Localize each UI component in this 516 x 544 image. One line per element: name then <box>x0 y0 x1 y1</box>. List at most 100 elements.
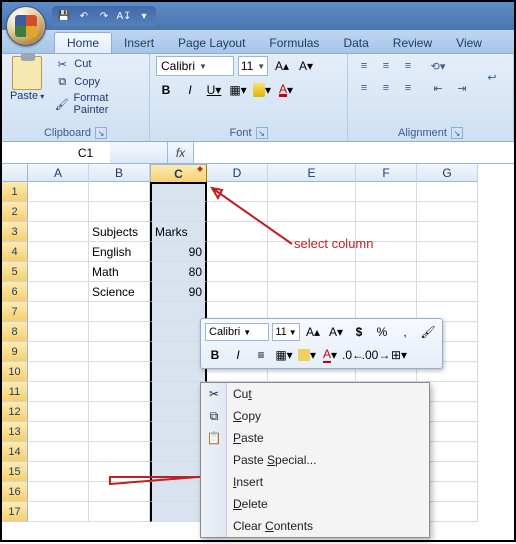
cell-C17[interactable] <box>150 502 207 522</box>
name-box[interactable]: ▼ <box>2 142 110 163</box>
qat-undo-icon[interactable]: ↶ <box>76 8 92 24</box>
cell-A4[interactable] <box>28 242 89 262</box>
italic-button[interactable]: I <box>180 80 200 100</box>
cell-A6[interactable] <box>28 282 89 302</box>
ctx-paste-special[interactable]: Paste Special... <box>201 449 429 471</box>
fx-icon[interactable]: fx <box>168 142 194 163</box>
orientation-button[interactable]: ⟲▾ <box>428 56 448 76</box>
row-head-16[interactable]: 16 <box>2 482 28 502</box>
font-color-button[interactable]: A▾ <box>276 80 296 100</box>
cell-B5[interactable]: Math <box>89 262 150 282</box>
mini-percent[interactable]: % <box>372 322 392 342</box>
bold-button[interactable]: B <box>156 80 176 100</box>
tab-insert[interactable]: Insert <box>112 33 166 53</box>
font-name-select[interactable]: Calibri▼ <box>156 56 234 76</box>
col-head-G[interactable]: G <box>417 164 478 182</box>
cell-B17[interactable] <box>89 502 150 522</box>
cell-F5[interactable] <box>356 262 417 282</box>
cell-C16[interactable] <box>150 482 207 502</box>
mini-comma[interactable]: , <box>395 322 415 342</box>
cell-A3[interactable] <box>28 222 89 242</box>
office-button[interactable] <box>6 6 46 46</box>
align-middle-button[interactable]: ≡ <box>376 56 396 76</box>
ctx-insert[interactable]: Insert <box>201 471 429 493</box>
cell-G1[interactable] <box>417 182 478 202</box>
format-painter-button[interactable]: 🖌Format Painter <box>54 92 143 116</box>
row-head-15[interactable]: 15 <box>2 462 28 482</box>
clipboard-dialog-launcher[interactable]: ↘ <box>95 127 107 139</box>
cell-F6[interactable] <box>356 282 417 302</box>
mini-font-color[interactable]: A▾ <box>320 345 340 365</box>
ctx-cut[interactable]: ✂Cut <box>201 383 429 405</box>
qat-save-icon[interactable]: 💾 <box>56 8 72 24</box>
mini-fill-color[interactable]: ▾ <box>297 345 317 365</box>
cell-C13[interactable] <box>150 422 207 442</box>
cell-B14[interactable] <box>89 442 150 462</box>
row-head-13[interactable]: 13 <box>2 422 28 442</box>
cell-A12[interactable] <box>28 402 89 422</box>
underline-button[interactable]: U▾ <box>204 80 224 100</box>
decrease-indent-button[interactable]: ⇤ <box>428 78 448 98</box>
border-button[interactable]: ▦▾ <box>228 80 248 100</box>
cell-C6[interactable]: 90 <box>150 282 207 302</box>
ctx-copy[interactable]: ⧉Copy <box>201 405 429 427</box>
wrap-text-button[interactable]: ↩ <box>482 67 502 87</box>
tab-page-layout[interactable]: Page Layout <box>166 33 257 53</box>
row-head-1[interactable]: 1 <box>2 182 28 202</box>
align-right-button[interactable]: ≡ <box>398 78 418 98</box>
cell-B11[interactable] <box>89 382 150 402</box>
qat-sort-icon[interactable]: A↧ <box>116 8 132 24</box>
cell-G4[interactable] <box>417 242 478 262</box>
mini-grow-font[interactable]: A▴ <box>303 322 323 342</box>
grow-font-button[interactable]: A▴ <box>272 56 292 76</box>
cell-A13[interactable] <box>28 422 89 442</box>
cell-B9[interactable] <box>89 342 150 362</box>
cell-A2[interactable] <box>28 202 89 222</box>
cell-A10[interactable] <box>28 362 89 382</box>
formula-input[interactable] <box>194 142 514 163</box>
row-head-8[interactable]: 8 <box>2 322 28 342</box>
cell-C7[interactable] <box>150 302 207 322</box>
cell-A11[interactable] <box>28 382 89 402</box>
cell-A9[interactable] <box>28 342 89 362</box>
ctx-paste[interactable]: 📋Paste <box>201 427 429 449</box>
ctx-clear-contents[interactable]: Clear Contents <box>201 515 429 537</box>
cell-B16[interactable] <box>89 482 150 502</box>
font-dialog-launcher[interactable]: ↘ <box>256 127 268 139</box>
cell-B15[interactable] <box>89 462 150 482</box>
tab-data[interactable]: Data <box>331 33 380 53</box>
alignment-dialog-launcher[interactable]: ↘ <box>451 127 463 139</box>
tab-formulas[interactable]: Formulas <box>257 33 331 53</box>
mini-currency[interactable]: $ <box>349 322 369 342</box>
cell-B7[interactable] <box>89 302 150 322</box>
cell-G5[interactable] <box>417 262 478 282</box>
select-all-corner[interactable] <box>2 164 28 182</box>
cell-C1[interactable] <box>150 182 207 202</box>
row-head-4[interactable]: 4 <box>2 242 28 262</box>
row-head-2[interactable]: 2 <box>2 202 28 222</box>
mini-borders[interactable]: ▦▾ <box>274 345 294 365</box>
cell-C9[interactable] <box>150 342 207 362</box>
qat-customize-icon[interactable]: ▾ <box>136 8 152 24</box>
cell-C8[interactable] <box>150 322 207 342</box>
align-center-button[interactable]: ≡ <box>376 78 396 98</box>
row-head-7[interactable]: 7 <box>2 302 28 322</box>
cell-E1[interactable] <box>268 182 356 202</box>
row-head-17[interactable]: 17 <box>2 502 28 522</box>
col-head-D[interactable]: D <box>207 164 268 182</box>
cell-C10[interactable] <box>150 362 207 382</box>
row-head-3[interactable]: 3 <box>2 222 28 242</box>
cell-D1[interactable] <box>207 182 268 202</box>
cell-A16[interactable] <box>28 482 89 502</box>
cell-B6[interactable]: Science <box>89 282 150 302</box>
cell-G6[interactable] <box>417 282 478 302</box>
cell-C12[interactable] <box>150 402 207 422</box>
row-head-10[interactable]: 10 <box>2 362 28 382</box>
cell-A7[interactable] <box>28 302 89 322</box>
mini-merge[interactable]: ⊞▾ <box>389 345 409 365</box>
cell-C15[interactable] <box>150 462 207 482</box>
cell-C3[interactable]: Marks <box>150 222 207 242</box>
shrink-font-button[interactable]: A▾ <box>296 56 316 76</box>
col-head-E[interactable]: E <box>268 164 356 182</box>
font-size-select[interactable]: 11▼ <box>238 56 268 76</box>
